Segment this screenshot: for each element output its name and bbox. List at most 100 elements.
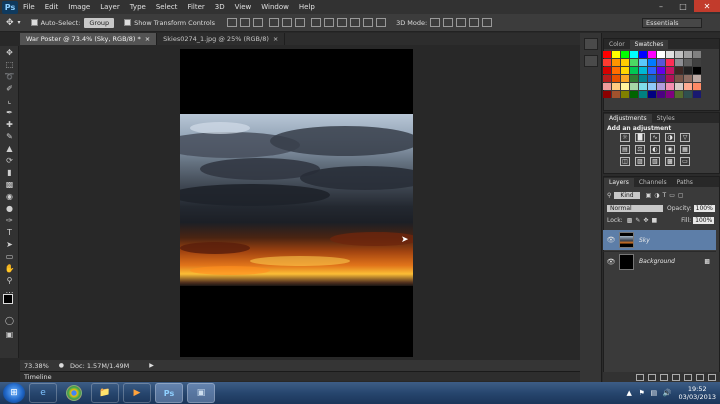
color-swatch[interactable]: [693, 75, 701, 82]
gradient-tool-icon[interactable]: ▩: [3, 180, 16, 190]
properties-panel-icon[interactable]: [584, 55, 598, 67]
maximize-icon[interactable]: □: [672, 0, 694, 12]
app-taskbar-icon[interactable]: ▣: [187, 383, 215, 403]
layer-filter-kind[interactable]: Kind: [614, 191, 640, 199]
eraser-tool-icon[interactable]: ▮: [3, 168, 16, 178]
color-swatch[interactable]: [603, 51, 611, 58]
layer-name[interactable]: Sky: [639, 237, 650, 244]
color-swatch[interactable]: [666, 51, 674, 58]
zoom-tool-icon[interactable]: ⚲: [3, 276, 16, 286]
new-adjustment-icon[interactable]: [672, 373, 680, 381]
ie-taskbar-icon[interactable]: e: [29, 383, 57, 403]
color-swatch[interactable]: [693, 67, 701, 74]
history-brush-tool-icon[interactable]: ⟳: [3, 156, 16, 166]
align-top-icon[interactable]: [227, 18, 238, 27]
color-swatch[interactable]: [612, 51, 620, 58]
color-swatch[interactable]: [675, 83, 683, 90]
network-icon[interactable]: ▤: [651, 389, 659, 397]
distribute-right-icon[interactable]: [376, 18, 387, 27]
color-swatch[interactable]: [657, 91, 665, 98]
clone-stamp-tool-icon[interactable]: ▲: [3, 144, 16, 154]
photoshop-taskbar-icon[interactable]: Ps: [155, 383, 183, 403]
chrome-taskbar-icon[interactable]: [66, 385, 82, 401]
start-button[interactable]: ⊞: [3, 383, 25, 403]
color-swatch[interactable]: [684, 51, 692, 58]
zoom-level[interactable]: 73.38%: [24, 362, 49, 370]
brush-tool-icon[interactable]: ✎: [3, 132, 16, 142]
drag-3d-icon[interactable]: [456, 18, 467, 27]
color-swatch[interactable]: [648, 59, 656, 66]
color-swatch[interactable]: [639, 67, 647, 74]
hue-saturation-icon[interactable]: ▤: [620, 145, 630, 154]
explorer-taskbar-icon[interactable]: 📁: [91, 383, 119, 403]
quick-select-tool-icon[interactable]: ✐: [3, 84, 16, 94]
lock-transparency-icon[interactable]: ▩: [627, 217, 633, 224]
color-swatch[interactable]: [621, 91, 629, 98]
selective-color-icon[interactable]: ▭: [680, 157, 690, 166]
menu-image[interactable]: Image: [63, 3, 95, 11]
fill-input[interactable]: 100%: [693, 217, 715, 224]
history-panel-icon[interactable]: [584, 38, 598, 50]
color-swatch[interactable]: [621, 59, 629, 66]
filter-pixel-icon[interactable]: ▣: [646, 192, 652, 199]
color-swatch[interactable]: [675, 59, 683, 66]
color-swatch[interactable]: [648, 75, 656, 82]
status-info-icon[interactable]: ●: [59, 362, 64, 369]
visibility-eye-icon[interactable]: 👁: [606, 236, 616, 244]
color-swatch[interactable]: [612, 59, 620, 66]
color-swatch[interactable]: [603, 91, 611, 98]
color-swatch[interactable]: [612, 67, 620, 74]
tool-preset-chevron-icon[interactable]: ▾: [18, 19, 21, 26]
color-swatch[interactable]: [603, 83, 611, 90]
menu-file[interactable]: File: [18, 3, 40, 11]
lock-pixels-icon[interactable]: ✎: [635, 217, 640, 224]
distribute-top-icon[interactable]: [311, 18, 322, 27]
new-layer-icon[interactable]: [696, 373, 704, 381]
color-swatch[interactable]: [666, 59, 674, 66]
media-player-taskbar-icon[interactable]: ▶: [123, 383, 151, 403]
filter-adjustment-icon[interactable]: ◑: [654, 192, 659, 199]
color-swatch[interactable]: [639, 75, 647, 82]
layer-row-sky[interactable]: 👁 Sky: [603, 230, 716, 250]
color-swatch[interactable]: [603, 59, 611, 66]
quick-mask-icon[interactable]: ◯: [3, 316, 16, 326]
color-swatch[interactable]: [693, 51, 701, 58]
align-hcenter-icon[interactable]: [282, 18, 293, 27]
hand-tool-icon[interactable]: ✋: [3, 264, 16, 274]
color-swatch[interactable]: [603, 75, 611, 82]
color-swatch[interactable]: [603, 67, 611, 74]
lock-position-icon[interactable]: ✥: [643, 217, 648, 224]
filter-shape-icon[interactable]: ▭: [669, 192, 675, 199]
color-swatch[interactable]: [657, 51, 665, 58]
shape-tool-icon[interactable]: ▭: [3, 252, 16, 262]
new-group-icon[interactable]: [684, 373, 692, 381]
color-swatch[interactable]: [648, 67, 656, 74]
color-swatch[interactable]: [639, 59, 647, 66]
color-swatch[interactable]: [657, 75, 665, 82]
distribute-left-icon[interactable]: [350, 18, 361, 27]
align-vcenter-icon[interactable]: [240, 18, 251, 27]
color-swatch[interactable]: [684, 67, 692, 74]
tab-swatches[interactable]: Swatches: [629, 40, 669, 49]
color-swatch[interactable]: [630, 83, 638, 90]
auto-select-checkbox[interactable]: [30, 19, 38, 26]
color-swatch[interactable]: [639, 83, 647, 90]
tab-styles[interactable]: Styles: [652, 114, 680, 123]
color-swatch[interactable]: [657, 83, 665, 90]
link-layers-icon[interactable]: [636, 373, 644, 381]
healing-brush-tool-icon[interactable]: ✚: [3, 120, 16, 130]
filter-type-icon[interactable]: T: [663, 192, 667, 199]
tab-adjustments[interactable]: Adjustments: [604, 114, 652, 123]
exposure-icon[interactable]: ◑: [665, 133, 675, 142]
color-swatch[interactable]: [639, 51, 647, 58]
workspace-dropdown[interactable]: Essentials: [642, 18, 702, 28]
lock-all-icon[interactable]: ■: [651, 217, 657, 224]
menu-filter[interactable]: Filter: [182, 3, 209, 11]
volume-icon[interactable]: 🔊: [663, 389, 672, 397]
move-tool-icon[interactable]: ✥: [3, 48, 16, 58]
color-swatch[interactable]: [612, 83, 620, 90]
color-swatch[interactable]: [648, 83, 656, 90]
blend-mode-dropdown[interactable]: Normal: [607, 205, 663, 212]
path-select-tool-icon[interactable]: ➤: [3, 240, 16, 250]
eyedropper-tool-icon[interactable]: ✒: [3, 108, 16, 118]
